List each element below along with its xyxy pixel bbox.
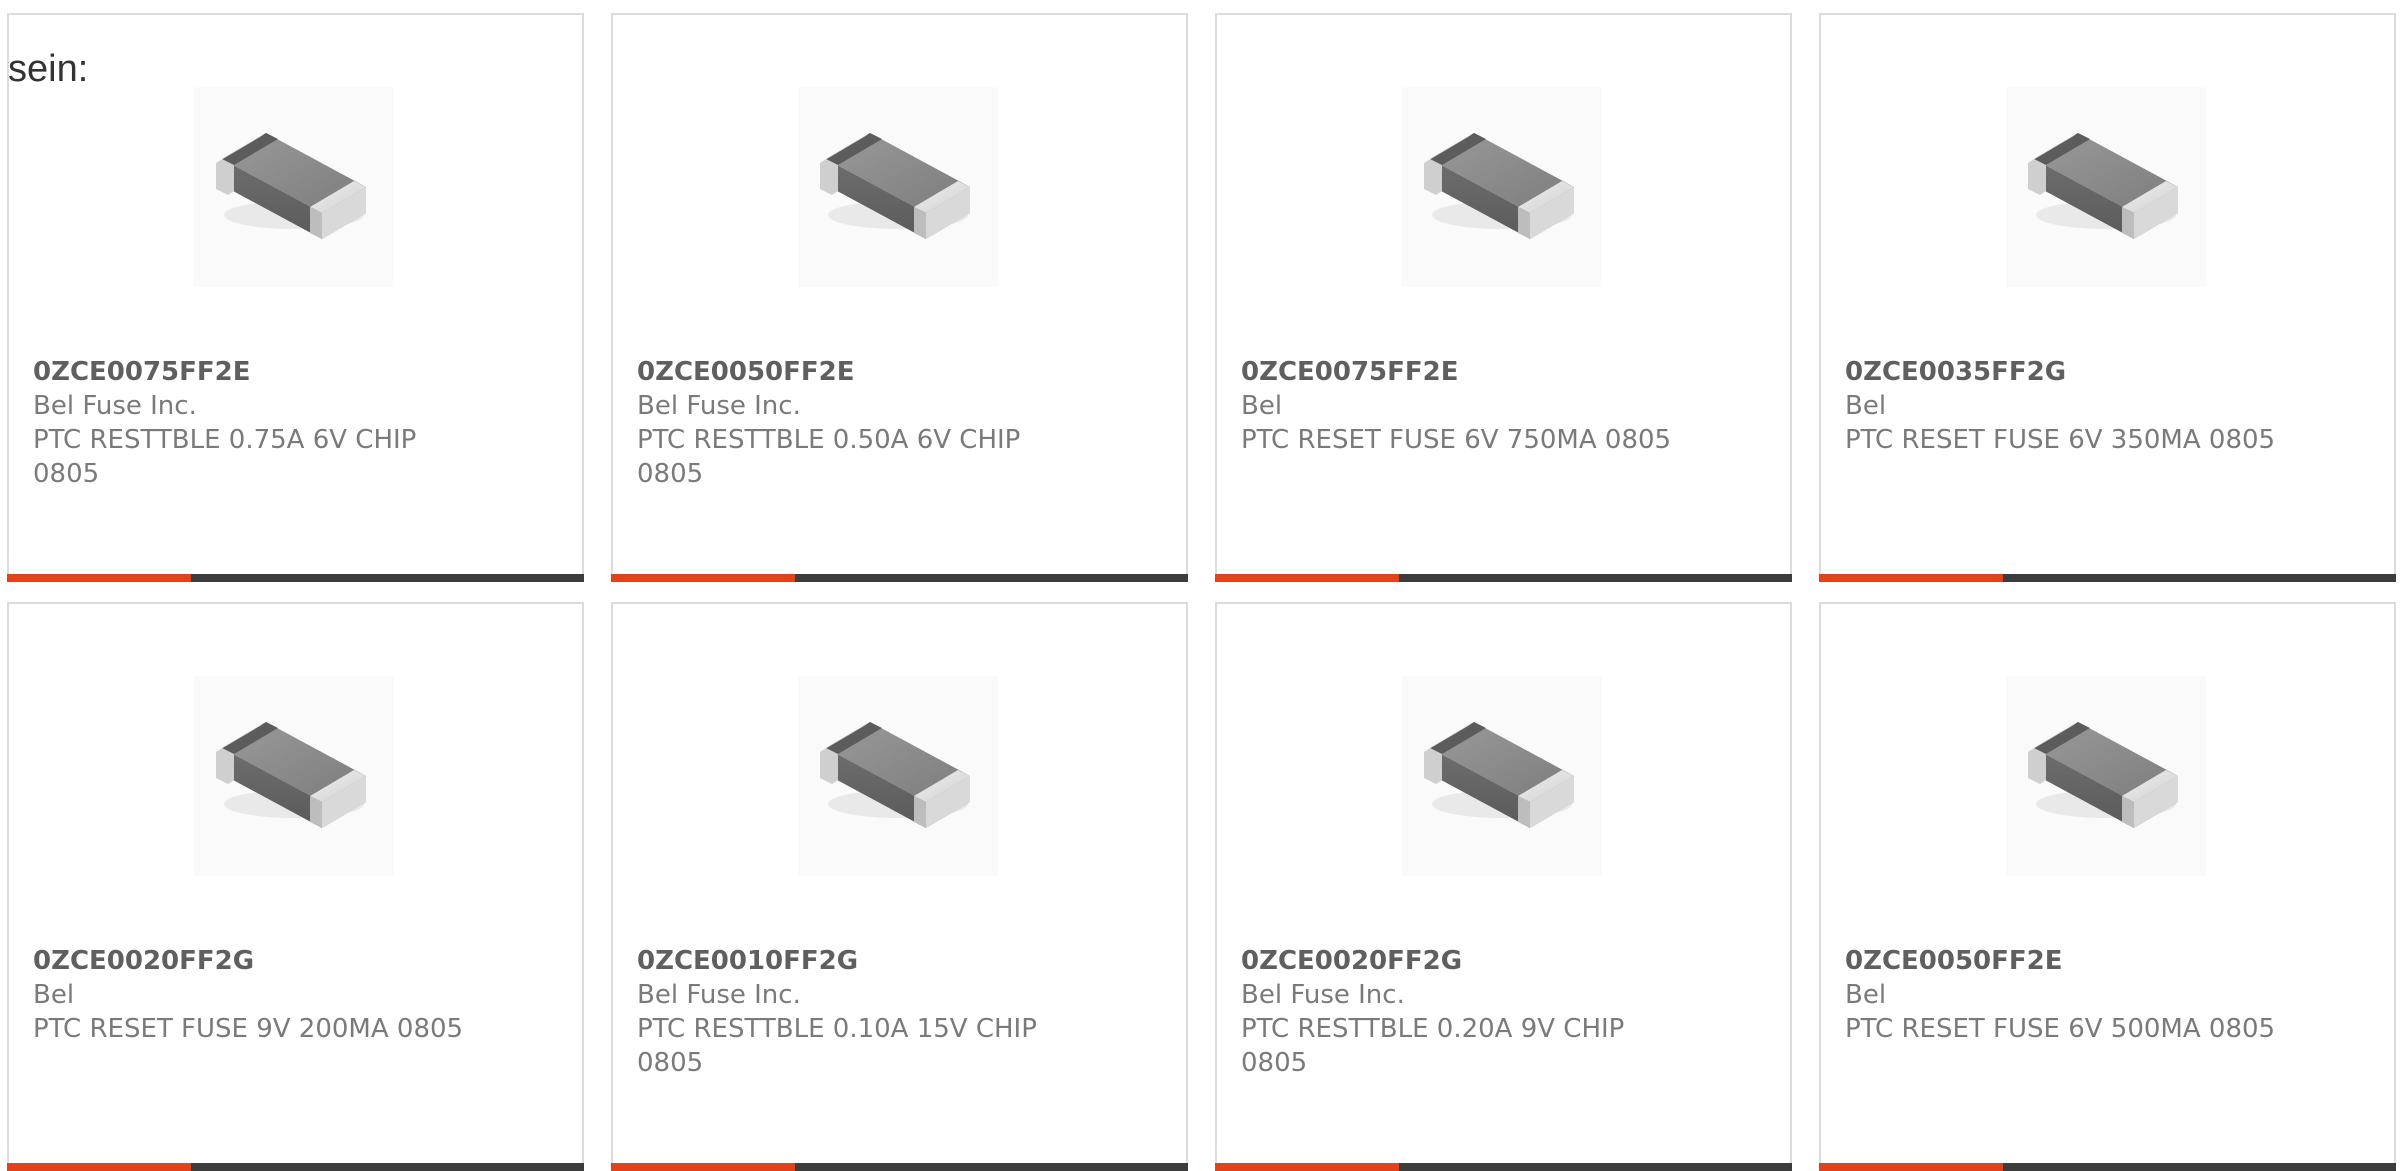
part-number-link[interactable]: 0ZCE0075FF2E — [1241, 355, 1681, 389]
description: PTC RESTTBLE 0.50A 6V CHIP 0805 — [637, 425, 1021, 489]
product-card[interactable]: 0ZCE0075FF2E Bel PTC RESET FUSE 6V 750MA… — [1215, 13, 1792, 582]
part-number-link[interactable]: 0ZCE0050FF2E — [1845, 944, 2285, 978]
manufacturer: Bel — [1845, 391, 1887, 421]
manufacturer: Bel Fuse Inc. — [637, 391, 801, 421]
product-card[interactable]: 0ZCE0020FF2G Bel PTC RESET FUSE 9V 200MA… — [7, 602, 584, 1171]
description: PTC RESET FUSE 9V 200MA 0805 — [33, 1014, 464, 1044]
product-card[interactable]: 0ZCE0020FF2G Bel Fuse Inc. PTC RESTTBLE … — [1215, 602, 1792, 1171]
card-bottom-bar — [1215, 574, 1792, 582]
description: PTC RESTTBLE 0.20A 9V CHIP 0805 — [1241, 1014, 1625, 1078]
part-number-link[interactable]: 0ZCE0010FF2G — [637, 944, 1077, 978]
manufacturer: Bel Fuse Inc. — [1241, 980, 1405, 1010]
card-bottom-bar — [1819, 574, 2396, 582]
smd-chip-fuse-icon[interactable] — [1402, 676, 1602, 876]
product-card[interactable]: 0ZCE0035FF2G Bel PTC RESET FUSE 6V 350MA… — [1819, 13, 2396, 582]
product-info: 0ZCE0050FF2E Bel PTC RESET FUSE 6V 500MA… — [1845, 944, 2285, 1046]
part-number-link[interactable]: 0ZCE0050FF2E — [637, 355, 1077, 389]
product-info: 0ZCE0020FF2G Bel PTC RESET FUSE 9V 200MA… — [33, 944, 473, 1046]
card-bottom-bar — [1215, 1163, 1792, 1171]
product-info: 0ZCE0020FF2G Bel Fuse Inc. PTC RESTTBLE … — [1241, 944, 1681, 1080]
product-info: 0ZCE0035FF2G Bel PTC RESET FUSE 6V 350MA… — [1845, 355, 2285, 457]
card-accent — [1819, 1163, 2003, 1171]
description: PTC RESET FUSE 6V 350MA 0805 — [1845, 425, 2276, 455]
product-info: 0ZCE0075FF2E Bel Fuse Inc. PTC RESTTBLE … — [33, 355, 473, 491]
product-grid: 0ZCE0075FF2E Bel Fuse Inc. PTC RESTTBLE … — [0, 0, 2400, 1171]
card-bottom-bar — [611, 574, 1188, 582]
card-bottom-bar — [611, 1163, 1188, 1171]
manufacturer: Bel — [1845, 980, 1887, 1010]
card-accent — [1215, 574, 1399, 582]
card-bottom-bar — [1819, 1163, 2396, 1171]
manufacturer: Bel Fuse Inc. — [33, 391, 197, 421]
manufacturer: Bel — [33, 980, 75, 1010]
card-bottom-bar — [7, 574, 584, 582]
manufacturer: Bel — [1241, 391, 1283, 421]
card-bottom-bar — [7, 1163, 584, 1171]
description: PTC RESTTBLE 0.75A 6V CHIP 0805 — [33, 425, 417, 489]
product-card[interactable]: 0ZCE0050FF2E Bel Fuse Inc. PTC RESTTBLE … — [611, 13, 1188, 582]
product-card[interactable]: 0ZCE0010FF2G Bel Fuse Inc. PTC RESTTBLE … — [611, 602, 1188, 1171]
card-accent — [1819, 574, 2003, 582]
card-accent — [7, 1163, 191, 1171]
card-accent — [1215, 1163, 1399, 1171]
product-info: 0ZCE0075FF2E Bel PTC RESET FUSE 6V 750MA… — [1241, 355, 1681, 457]
smd-chip-fuse-icon[interactable] — [798, 87, 998, 287]
part-number-link[interactable]: 0ZCE0035FF2G — [1845, 355, 2285, 389]
description: PTC RESET FUSE 6V 750MA 0805 — [1241, 425, 1672, 455]
manufacturer: Bel Fuse Inc. — [637, 980, 801, 1010]
description: PTC RESTTBLE 0.10A 15V CHIP 0805 — [637, 1014, 1037, 1078]
product-info: 0ZCE0050FF2E Bel Fuse Inc. PTC RESTTBLE … — [637, 355, 1077, 491]
smd-chip-fuse-icon[interactable] — [1402, 87, 1602, 287]
section-heading: sein: — [8, 48, 89, 90]
product-card[interactable]: 0ZCE0050FF2E Bel PTC RESET FUSE 6V 500MA… — [1819, 602, 2396, 1171]
smd-chip-fuse-icon[interactable] — [194, 676, 394, 876]
card-accent — [611, 574, 795, 582]
product-card[interactable]: 0ZCE0075FF2E Bel Fuse Inc. PTC RESTTBLE … — [7, 13, 584, 582]
part-number-link[interactable]: 0ZCE0075FF2E — [33, 355, 473, 389]
description: PTC RESET FUSE 6V 500MA 0805 — [1845, 1014, 2276, 1044]
smd-chip-fuse-icon[interactable] — [2006, 676, 2206, 876]
card-accent — [611, 1163, 795, 1171]
part-number-link[interactable]: 0ZCE0020FF2G — [33, 944, 473, 978]
smd-chip-fuse-icon[interactable] — [2006, 87, 2206, 287]
smd-chip-fuse-icon[interactable] — [194, 87, 394, 287]
part-number-link[interactable]: 0ZCE0020FF2G — [1241, 944, 1681, 978]
card-accent — [7, 574, 191, 582]
smd-chip-fuse-icon[interactable] — [798, 676, 998, 876]
product-info: 0ZCE0010FF2G Bel Fuse Inc. PTC RESTTBLE … — [637, 944, 1077, 1080]
